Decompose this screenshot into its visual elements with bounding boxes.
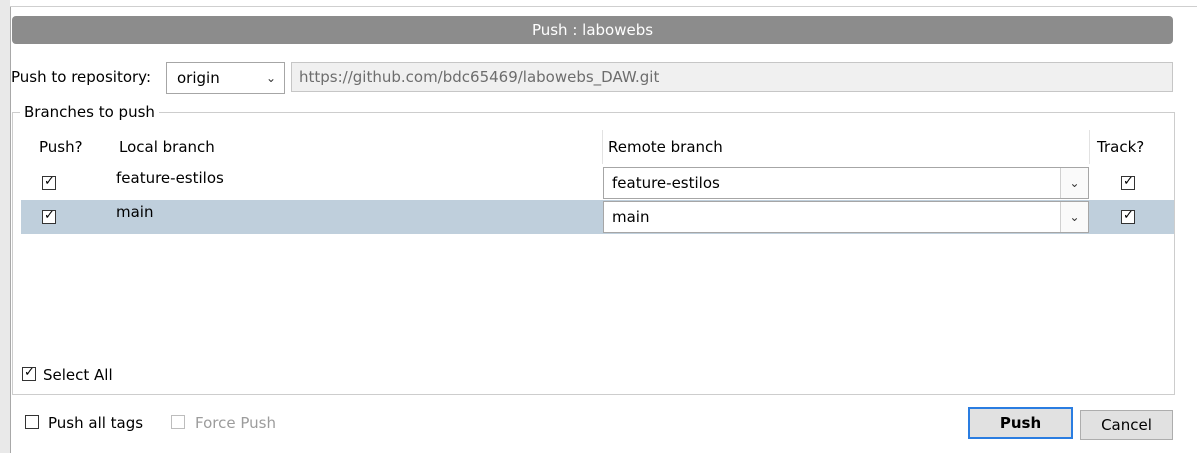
- cancel-button[interactable]: Cancel: [1080, 410, 1173, 440]
- local-branch-name: feature-estilos: [116, 169, 224, 187]
- repository-select[interactable]: origin ⌄: [166, 62, 285, 94]
- dialog-title: Push : labowebs: [12, 16, 1173, 44]
- select-all-label[interactable]: Select All: [43, 363, 113, 387]
- column-separator: [602, 130, 603, 164]
- column-separator: [1089, 130, 1090, 164]
- force-push-label: Force Push: [195, 414, 276, 432]
- push-button[interactable]: Push: [968, 407, 1073, 439]
- remote-branch-select[interactable]: feature-estilos ⌄: [603, 167, 1089, 199]
- table-row[interactable]: ✓ main main ⌄ ✓: [21, 200, 1174, 234]
- column-header-track[interactable]: Track?: [1097, 130, 1144, 164]
- force-push-checkbox: [171, 415, 185, 429]
- push-all-tags-label[interactable]: Push all tags: [48, 411, 143, 435]
- background-window-edge: [0, 0, 11, 453]
- checkmark-icon: ✓: [24, 365, 35, 380]
- push-checkbox[interactable]: ✓: [42, 174, 56, 190]
- push-to-repository-label: Push to repository:: [11, 68, 152, 86]
- remote-branch-select[interactable]: main ⌄: [603, 201, 1089, 233]
- repository-select-value: origin: [177, 69, 220, 87]
- column-header-remote-branch[interactable]: Remote branch: [608, 130, 723, 164]
- checkmark-icon: ✓: [44, 208, 55, 223]
- select-all-checkbox[interactable]: ✓: [22, 365, 36, 381]
- chevron-down-icon: ⌄: [1060, 168, 1088, 198]
- checkmark-icon: ✓: [44, 174, 55, 189]
- branches-table: Push? Local branch Remote branch Track? …: [21, 130, 1174, 350]
- track-checkbox[interactable]: ✓: [1121, 174, 1135, 190]
- repository-url-field: https://github.com/bdc65469/labowebs_DAW…: [291, 62, 1173, 92]
- chevron-down-icon: ⌄: [1060, 202, 1088, 232]
- remote-branch-value: main: [612, 208, 650, 226]
- track-checkbox[interactable]: ✓: [1121, 208, 1135, 224]
- branches-group-label: Branches to push: [20, 102, 159, 122]
- checkmark-icon: ✓: [1123, 208, 1134, 223]
- local-branch-name: main: [116, 203, 154, 221]
- checkmark-icon: ✓: [1123, 174, 1134, 189]
- column-header-local-branch[interactable]: Local branch: [119, 130, 215, 164]
- push-checkbox[interactable]: ✓: [42, 208, 56, 224]
- chevron-down-icon: ⌄: [265, 71, 276, 85]
- column-header-push[interactable]: Push?: [39, 130, 83, 164]
- remote-branch-value: feature-estilos: [612, 174, 720, 192]
- table-row[interactable]: ✓ feature-estilos feature-estilos ⌄ ✓: [21, 166, 1174, 200]
- push-all-tags-checkbox[interactable]: [25, 415, 39, 429]
